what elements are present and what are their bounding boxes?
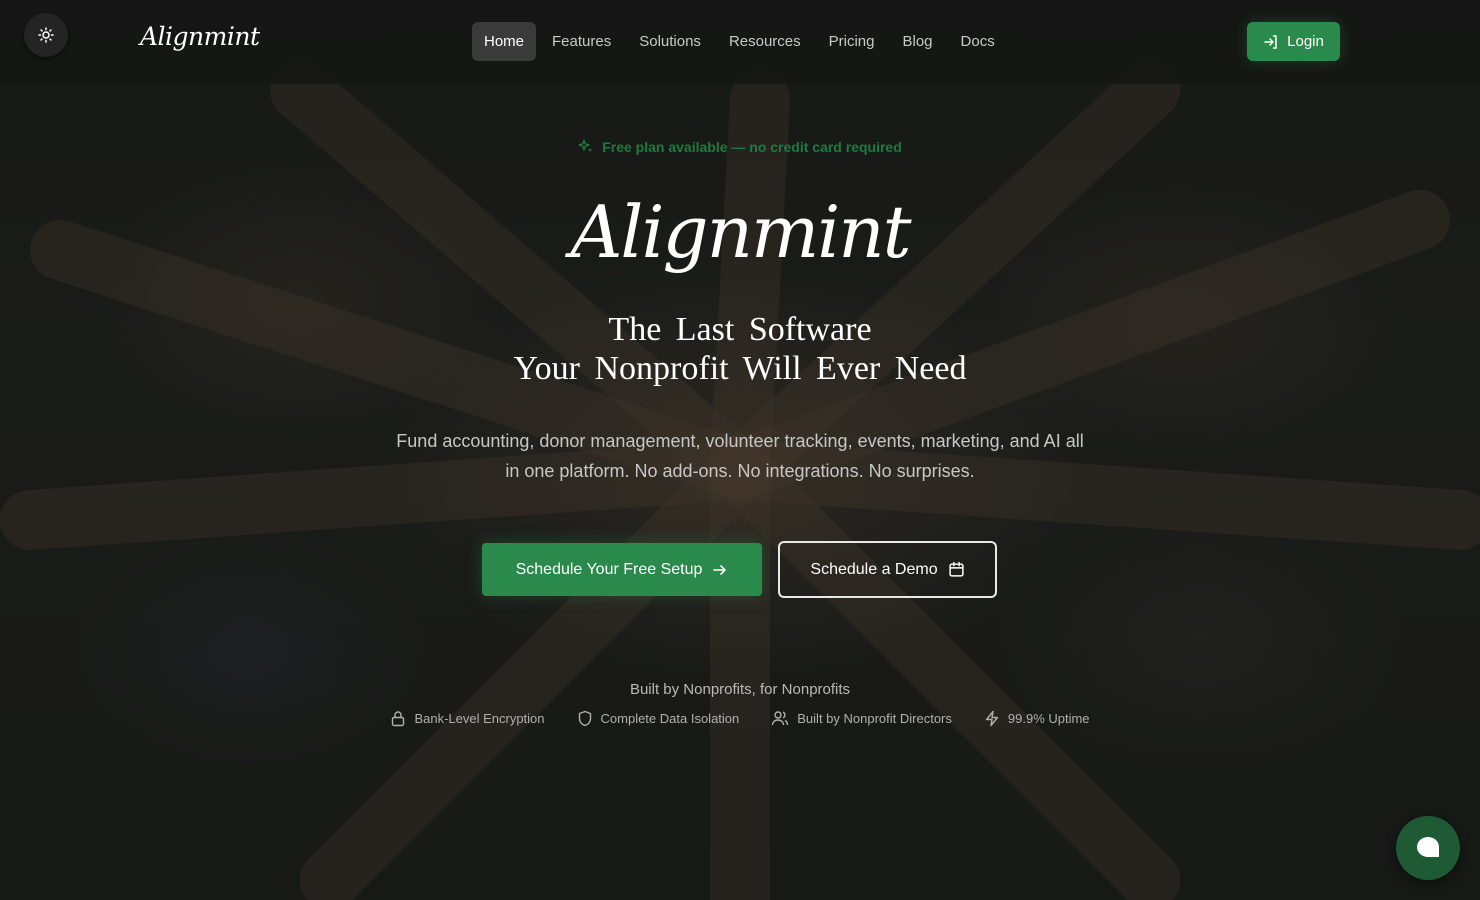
sparkles-icon xyxy=(578,139,593,152)
nav-item-home[interactable]: Home xyxy=(472,22,537,61)
trust-heading: Built by Nonprofits, for Nonprofits xyxy=(629,681,851,698)
trust-item-encryption: Bank-Level Encryption xyxy=(390,710,545,727)
trust-item-uptime: 99.9% Uptime xyxy=(984,710,1090,727)
headline-line-1: The Last Software xyxy=(608,311,872,348)
theme-toggle-button[interactable] xyxy=(24,13,68,57)
badge-text: Free plan available — no credit card req… xyxy=(602,139,902,155)
login-icon xyxy=(1264,34,1277,49)
chat-widget-button[interactable] xyxy=(1396,816,1460,880)
hero-subtitle: Fund accounting, donor management, volun… xyxy=(396,431,1084,481)
nav-item-solutions[interactable]: Solutions xyxy=(627,22,713,61)
zap-icon xyxy=(985,710,999,727)
login-button[interactable]: Login xyxy=(1247,22,1340,61)
free-plan-badge: Free plan available — no credit card req… xyxy=(0,139,1480,155)
trust-label-uptime: 99.9% Uptime xyxy=(1007,711,1090,726)
trust-label-isolation: Complete Data Isolation xyxy=(600,711,740,726)
cta-secondary-label: Schedule a Demo xyxy=(810,560,938,578)
calendar-icon xyxy=(948,561,964,577)
nav-item-docs[interactable]: Docs xyxy=(949,22,1007,61)
nav-item-features[interactable]: Features xyxy=(540,22,623,61)
schedule-demo-button[interactable]: Schedule a Demo xyxy=(778,541,997,598)
headline-line-2: Your Nonprofit Will Ever Need xyxy=(513,350,967,387)
main-nav: Home Features Solutions Resources Pricin… xyxy=(472,22,1011,61)
login-label: Login xyxy=(1287,33,1324,50)
users-icon xyxy=(772,711,789,726)
hero-headline: The Last Software Your Nonprofit Will Ev… xyxy=(0,310,1480,388)
hero-logo: Alignmint xyxy=(570,190,911,274)
trust-label-directors: Built by Nonprofit Directors xyxy=(797,711,952,726)
top-nav-bar: Alignmint Home Features Solutions Resour… xyxy=(0,0,1480,84)
sun-icon xyxy=(38,27,54,43)
schedule-free-setup-button[interactable]: Schedule Your Free Setup xyxy=(482,543,762,596)
nav-item-pricing[interactable]: Pricing xyxy=(817,22,887,61)
lock-icon xyxy=(392,711,405,727)
trust-item-isolation: Complete Data Isolation xyxy=(577,710,740,727)
brand-logo[interactable]: Alignmint xyxy=(140,22,260,51)
shield-icon xyxy=(578,710,591,727)
nav-item-blog[interactable]: Blog xyxy=(891,22,945,61)
nav-item-resources[interactable]: Resources xyxy=(717,22,813,61)
chat-bubble-icon xyxy=(1417,837,1439,857)
trust-badges: Bank-Level Encryption Complete Data Isol… xyxy=(0,710,1480,727)
trust-label-encryption: Bank-Level Encryption xyxy=(414,711,545,726)
arrow-right-icon xyxy=(713,564,727,575)
cta-primary-label: Schedule Your Free Setup xyxy=(515,560,703,578)
trust-item-directors: Built by Nonprofit Directors xyxy=(771,710,952,727)
